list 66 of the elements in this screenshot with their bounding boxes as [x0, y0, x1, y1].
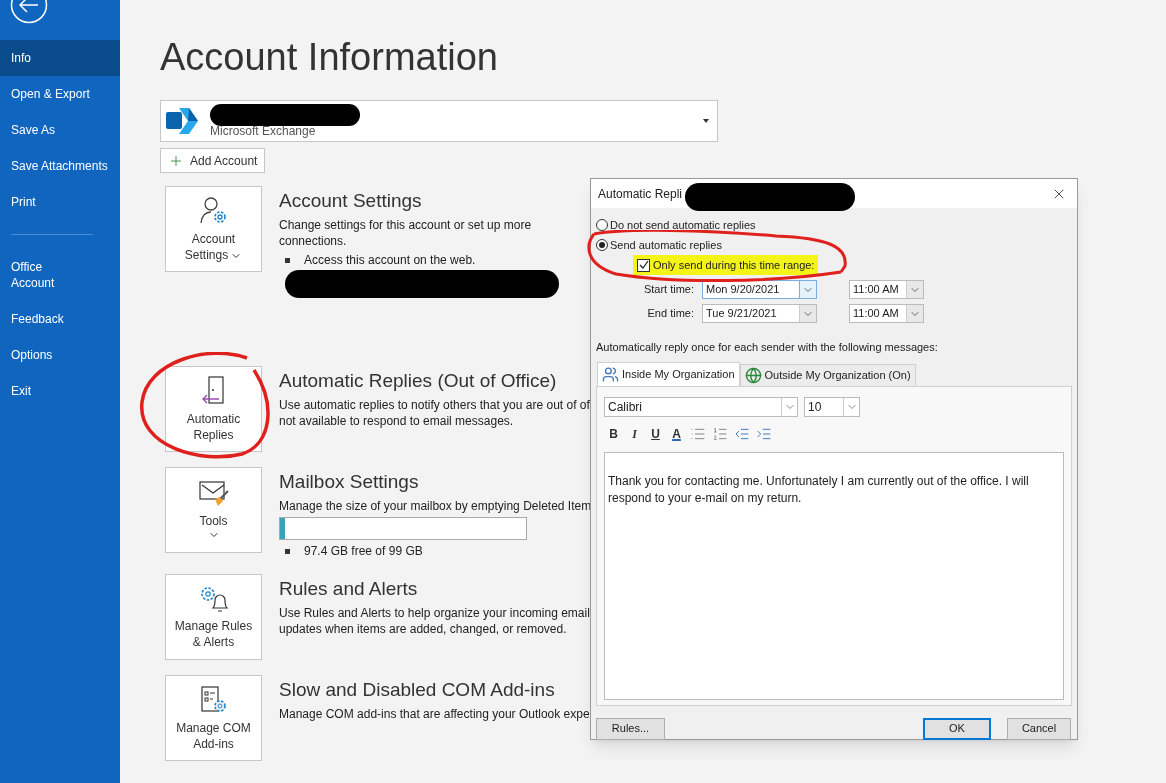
time-label: End time:	[646, 306, 695, 322]
tile-button[interactable]: Automatic Replies	[165, 366, 262, 452]
section-description: Manage COM add-ins that are affecting your Outlook expe	[279, 706, 590, 722]
sidebar-item[interactable]: Options	[0, 337, 120, 373]
bullet-text: 97.4 GB free of 99 GB	[304, 543, 423, 559]
section-description: updates when items are added, changed, or removed.	[279, 621, 568, 637]
message-field[interactable]: Thank you for contacting me. Unfortunately I am currently out of the office. I will respond to your e-mail on my return.	[604, 451, 1064, 700]
section-heading: Slow and Disabled COM Add-ins	[279, 678, 556, 702]
format-button[interactable]: B	[604, 424, 623, 443]
account-type: Microsoft Exchange	[210, 124, 317, 138]
section-description: Use automatic replies to notify others that you are out of of	[279, 397, 590, 413]
tab[interactable]: Outside My Organization (On)	[739, 363, 916, 386]
tile-button[interactable]: Tools	[165, 467, 262, 553]
bullet-mark	[285, 257, 290, 263]
radio-button[interactable]	[596, 239, 608, 251]
section-heading: Mailbox Settings	[279, 470, 420, 494]
sidebar-item[interactable]: Open & Export	[0, 76, 120, 112]
checkbox[interactable]	[637, 258, 650, 272]
tile-button[interactable]: Manage COM Add-ins	[165, 675, 262, 761]
add-account-button[interactable]: Add Account	[160, 148, 266, 173]
time-dropdown[interactable]: 11:00 AM	[849, 280, 924, 299]
dropdown-arrow-icon	[703, 119, 709, 123]
date-dropdown[interactable]: Tue 9/21/2021	[702, 304, 817, 323]
sidebar-item[interactable]: Print	[0, 184, 120, 220]
section-heading: Automatic Replies (Out of Office)	[279, 369, 558, 393]
envelope-brush-icon	[196, 479, 231, 509]
cancel-button[interactable]: Cancel	[1007, 717, 1071, 740]
section-description: not available to respond to email messages.	[279, 413, 515, 429]
page-title: Account Information	[160, 35, 499, 79]
bullet-mark	[285, 548, 290, 554]
radio-button[interactable]	[596, 219, 608, 231]
format-button[interactable]: U	[646, 424, 665, 443]
people-icon	[602, 365, 619, 383]
account-selector[interactable]: Microsoft Exchange	[160, 100, 718, 142]
rules-button[interactable]: Rules...	[596, 717, 665, 740]
sidebar-item[interactable]: Save Attachments	[0, 148, 120, 184]
time-label: Start time:	[642, 282, 695, 298]
sidebar-item[interactable]: Info	[0, 40, 120, 76]
section-heading: Account Settings	[279, 189, 423, 213]
sidebar-item[interactable]: Office Account	[0, 249, 120, 301]
bullet-text: Access this account on the web.	[304, 252, 476, 268]
format-button[interactable]: I	[625, 424, 644, 443]
section-heading: Rules and Alerts	[279, 577, 419, 601]
section-description: Manage the size of your mailbox by emptying Deleted Item	[279, 498, 592, 514]
section-description: Use Rules and Alerts to help organize your incoming email	[279, 605, 590, 621]
date-dropdown[interactable]: Mon 9/20/2021	[702, 280, 817, 299]
sidebar-item[interactable]: Exit	[0, 373, 120, 409]
format-button[interactable]: A	[667, 424, 686, 443]
globe-icon	[744, 366, 762, 384]
ok-button[interactable]: OK	[923, 717, 991, 740]
font-dropdown[interactable]: Calibri	[604, 396, 798, 417]
dialog-title: Automatic Repli	[598, 185, 683, 203]
radio-label: Do not send automatic replies	[610, 217, 756, 233]
tile-button[interactable]: Account Settings	[165, 186, 262, 272]
size-dropdown[interactable]: 10	[804, 396, 860, 417]
sidebar-item[interactable]: Feedback	[0, 301, 120, 337]
time-dropdown[interactable]: 11:00 AM	[849, 304, 924, 323]
tab[interactable]: Inside My Organization	[597, 361, 740, 386]
section-description: Change settings for this account or set up more connections.	[279, 217, 533, 249]
radio-label: Send automatic replies	[610, 237, 722, 253]
instruction-text: Automatically reply once for each sender with the following messages:	[596, 340, 939, 355]
checkbox-label: Only send during this time range:	[653, 257, 815, 273]
tile-button[interactable]: Manage Rules & Alerts	[165, 574, 262, 660]
exchange-logo	[165, 106, 199, 136]
numbering-icon[interactable]	[712, 425, 728, 442]
sidebar-item[interactable]: Save As	[0, 112, 120, 148]
